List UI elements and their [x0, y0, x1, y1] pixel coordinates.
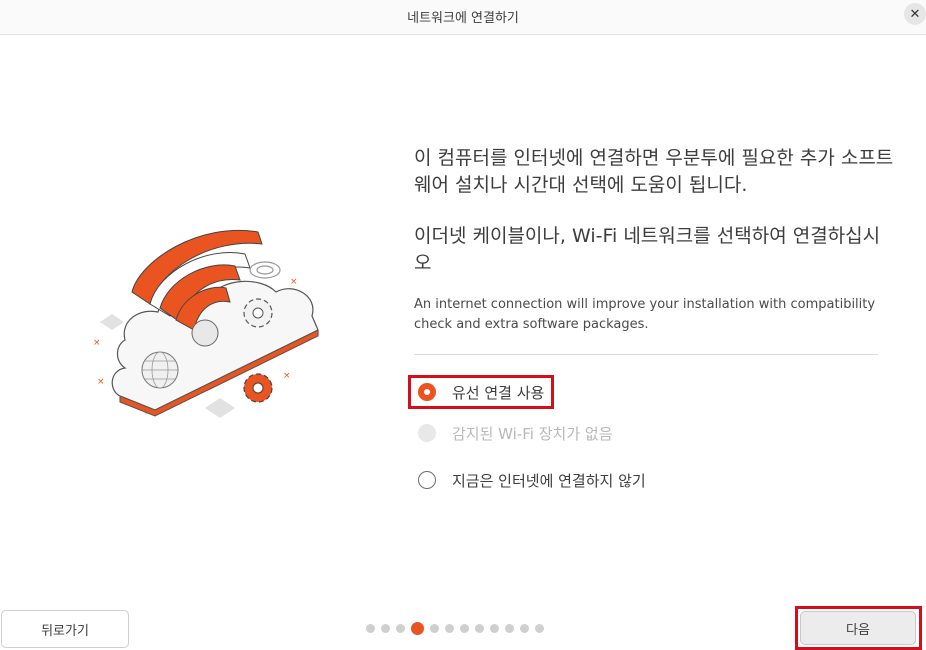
window-title: 네트워크에 연결하기 — [407, 11, 519, 26]
network-cloud-illustration: × × × × — [93, 230, 320, 418]
title-bar: 네트워크에 연결하기 ✕ — [0, 0, 926, 35]
svg-text:×: × — [283, 371, 291, 381]
close-button[interactable]: ✕ — [904, 3, 926, 25]
page-dot — [460, 624, 469, 633]
option-no-connection[interactable]: 지금은 인터넷에 연결하지 않기 — [418, 468, 646, 492]
page-dot — [396, 624, 405, 633]
page-dot — [475, 624, 484, 633]
description-english: An internet connection will improve your… — [414, 297, 876, 332]
radio-disabled-icon — [418, 424, 436, 442]
page-dot — [445, 624, 454, 633]
radio-unselected-icon[interactable] — [418, 471, 436, 489]
page-indicator — [366, 622, 550, 635]
page-dot-active — [411, 622, 424, 635]
svg-text:×: × — [97, 377, 105, 387]
page-dot — [490, 624, 499, 633]
back-button[interactable]: 뒤로가기 — [1, 610, 129, 648]
page-dot — [430, 624, 439, 633]
page-dot — [381, 624, 390, 633]
page-dot — [505, 624, 514, 633]
divider — [414, 354, 878, 355]
description-korean-2: 이더넷 케이블이나, Wi-Fi 네트워크를 선택하여 연결하십시오 — [414, 225, 881, 274]
svg-text:×: × — [290, 277, 298, 287]
description-korean-1: 이 컴퓨터를 인터넷에 연결하면 우분투에 필요한 추가 소프트웨어 설치나 시… — [414, 147, 894, 196]
option-label: 감지된 Wi-Fi 장치가 없음 — [452, 424, 613, 443]
option-label: 지금은 인터넷에 연결하지 않기 — [452, 471, 646, 490]
highlight-box-option — [408, 375, 554, 409]
close-icon: ✕ — [909, 6, 921, 22]
page-dot — [366, 624, 375, 633]
page-dot — [520, 624, 529, 633]
highlight-box-next — [795, 606, 922, 650]
svg-text:×: × — [93, 338, 101, 348]
page-dot — [535, 624, 544, 633]
option-wifi-unavailable: 감지된 Wi-Fi 장치가 없음 — [418, 421, 613, 445]
